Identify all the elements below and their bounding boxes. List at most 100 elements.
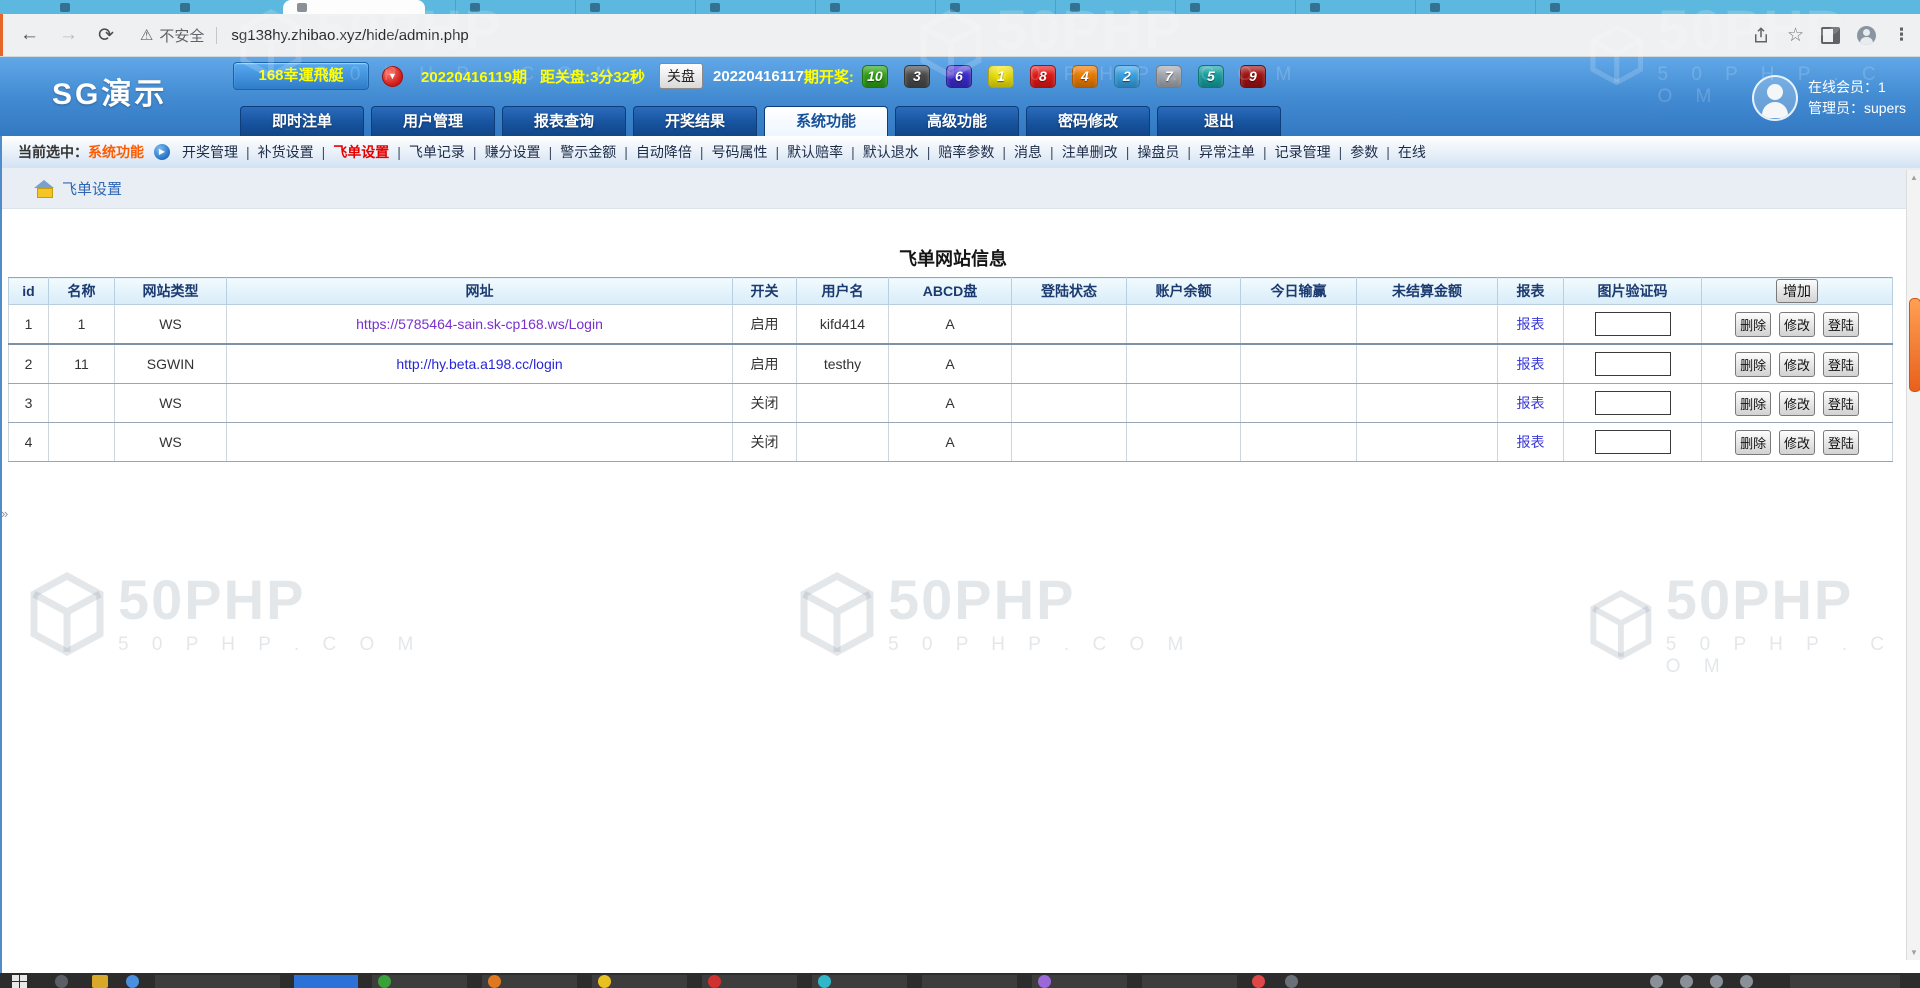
back-icon[interactable]: ←: [20, 24, 39, 46]
tab-logout[interactable]: 退出: [1157, 106, 1281, 136]
taskbar-icon[interactable]: [378, 975, 391, 988]
subnav-link-messages[interactable]: 消息: [994, 142, 1042, 162]
scroll-down-icon[interactable]: ▼: [1907, 948, 1920, 957]
tab-favicon: [1430, 3, 1440, 12]
cell-id: 4: [9, 423, 49, 462]
result-ball: 7: [1156, 65, 1182, 88]
edit-button[interactable]: 修改: [1779, 312, 1815, 337]
taskbar-browser-icon[interactable]: [126, 975, 139, 988]
subnav-link-draw-manage[interactable]: 开奖管理: [182, 142, 238, 162]
lottery-dropdown-icon[interactable]: ▼: [382, 66, 403, 87]
taskbar-icon[interactable]: [708, 975, 721, 988]
tab-change-password[interactable]: 密码修改: [1026, 106, 1150, 136]
subnav-link-bet-edit[interactable]: 注单删改: [1042, 142, 1118, 162]
report-link[interactable]: 报表: [1517, 434, 1545, 450]
login-button[interactable]: 登陆: [1823, 430, 1859, 455]
cell-name: 1: [49, 305, 115, 345]
taskbar-item[interactable]: [922, 975, 1017, 988]
home-icon[interactable]: [34, 180, 54, 197]
add-button[interactable]: 增加: [1776, 279, 1818, 303]
reload-icon[interactable]: ⟳: [98, 24, 114, 47]
panel-expand-icon[interactable]: »: [1, 506, 8, 521]
scrollbar-thumb[interactable]: [1909, 298, 1920, 392]
bookmark-star-icon[interactable]: ☆: [1787, 24, 1804, 47]
tray-icon[interactable]: [1740, 975, 1753, 988]
captcha-input[interactable]: [1595, 430, 1671, 454]
report-link[interactable]: 报表: [1517, 395, 1545, 411]
taskbar-item-active[interactable]: [294, 975, 358, 988]
taskbar-icon[interactable]: [1038, 975, 1051, 988]
tab-advanced-functions[interactable]: 高级功能: [895, 106, 1019, 136]
forward-icon[interactable]: →: [59, 24, 78, 46]
taskbar-icon[interactable]: [55, 975, 68, 988]
tab-separator: [1535, 0, 1536, 14]
subnav-link-points[interactable]: 赚分设置: [465, 142, 541, 162]
subnav-link-auto-reduce[interactable]: 自动降倍: [616, 142, 692, 162]
taskbar-clock[interactable]: [1790, 975, 1900, 988]
login-button[interactable]: 登陆: [1823, 391, 1859, 416]
delete-button[interactable]: 删除: [1735, 352, 1771, 377]
report-link[interactable]: 报表: [1517, 356, 1545, 372]
report-link[interactable]: 报表: [1517, 316, 1545, 332]
subnav-link-warning-amount[interactable]: 警示金额: [541, 142, 617, 162]
browser-addressbar: ← → ⟳ ⚠ 不安全 sg138hy.zhibao.xyz/hide/admi…: [0, 14, 1920, 57]
countdown-label: 距关盘:: [540, 66, 590, 87]
captcha-input[interactable]: [1595, 312, 1671, 336]
login-button[interactable]: 登陆: [1823, 352, 1859, 377]
tab-instant-bets[interactable]: 即时注单: [240, 106, 364, 136]
edit-button[interactable]: 修改: [1779, 430, 1815, 455]
subnav-link-default-rebate[interactable]: 默认退水: [843, 142, 919, 162]
tray-icon[interactable]: [1710, 975, 1723, 988]
start-button[interactable]: [12, 975, 27, 988]
browser-menu-icon[interactable]: ⋮: [1893, 25, 1910, 45]
subnav-link-number-attr[interactable]: 号码属性: [692, 142, 768, 162]
tab-user-management[interactable]: 用户管理: [371, 106, 495, 136]
close-plate-button[interactable]: 关盘: [659, 63, 703, 89]
subnav-link-log-manage[interactable]: 记录管理: [1255, 142, 1331, 162]
subnav-link-flyorder-records[interactable]: 飞单记录: [389, 142, 465, 162]
tray-icon[interactable]: [1680, 975, 1693, 988]
taskbar-folder-icon[interactable]: [92, 975, 108, 988]
col-today-winloss: 今日输赢: [1241, 278, 1357, 305]
site-url-link[interactable]: https://5785464-sain.sk-cp168.ws/Login: [356, 316, 603, 332]
subnav-link-restock[interactable]: 补货设置: [238, 142, 314, 162]
result-ball: 1: [988, 65, 1014, 88]
edit-button[interactable]: 修改: [1779, 391, 1815, 416]
taskbar-icon[interactable]: [1252, 975, 1265, 988]
taskbar-icon[interactable]: [1285, 975, 1298, 988]
lottery-select-button[interactable]: 168幸運飛艇: [233, 62, 369, 90]
taskbar-icon[interactable]: [488, 975, 501, 988]
taskbar-icon[interactable]: [818, 975, 831, 988]
delete-button[interactable]: 删除: [1735, 391, 1771, 416]
subnav-link-trader[interactable]: 操盘员: [1118, 142, 1180, 162]
subnav-link-default-odds[interactable]: 默认赔率: [767, 142, 843, 162]
tray-icon[interactable]: [1650, 975, 1663, 988]
subnav-link-odds-params[interactable]: 赔率参数: [919, 142, 995, 162]
captcha-input[interactable]: [1595, 391, 1671, 415]
share-icon[interactable]: [1752, 26, 1770, 44]
profile-avatar-icon[interactable]: [1857, 26, 1876, 45]
delete-button[interactable]: 删除: [1735, 312, 1771, 337]
security-warning-icon[interactable]: ⚠: [140, 26, 153, 44]
url-field[interactable]: sg138hy.zhibao.xyz/hide/admin.php: [216, 27, 468, 44]
captcha-input[interactable]: [1595, 352, 1671, 376]
site-url-link[interactable]: http://hy.beta.a198.cc/login: [396, 356, 562, 372]
delete-button[interactable]: 删除: [1735, 430, 1771, 455]
subnav-link-abnormal-bets[interactable]: 异常注单: [1179, 142, 1255, 162]
scroll-up-icon[interactable]: ▲: [1907, 173, 1920, 182]
vertical-scrollbar[interactable]: ▲ ▼: [1906, 170, 1920, 960]
side-panel-icon[interactable]: [1821, 27, 1840, 44]
browser-active-tab[interactable]: [283, 0, 425, 14]
subnav-link-flyorder-settings[interactable]: 飞单设置: [314, 142, 390, 162]
tab-report-query[interactable]: 报表查询: [502, 106, 626, 136]
tab-draw-results[interactable]: 开奖结果: [633, 106, 757, 136]
browser-tabstrip[interactable]: [0, 0, 1920, 14]
subnav-link-params[interactable]: 参数: [1331, 142, 1379, 162]
taskbar-item[interactable]: [1142, 975, 1237, 988]
taskbar-icon[interactable]: [598, 975, 611, 988]
tab-system-functions[interactable]: 系统功能: [764, 106, 888, 136]
taskbar-item[interactable]: [155, 975, 280, 988]
login-button[interactable]: 登陆: [1823, 312, 1859, 337]
subnav-link-online[interactable]: 在线: [1378, 142, 1426, 162]
edit-button[interactable]: 修改: [1779, 352, 1815, 377]
